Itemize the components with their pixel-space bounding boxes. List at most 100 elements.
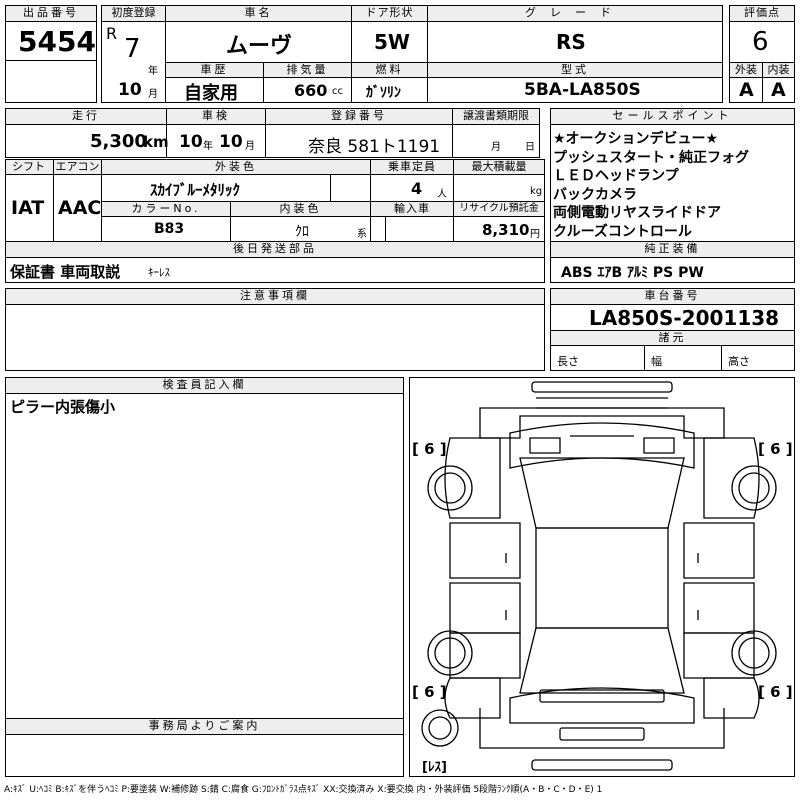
lot-number-label: 出品番号	[5, 5, 97, 22]
inspection-month-unit: 月	[245, 141, 255, 152]
displacement-box: 660 cc	[263, 77, 352, 103]
grade-box: RS	[427, 21, 723, 63]
shift: IAT	[11, 197, 45, 219]
recycle-unit: 円	[530, 229, 540, 240]
aircon: AAC	[58, 197, 102, 219]
sales-points-box: ★オークションデビュー★ プッシュスタート・純正フォグ ＬＥＤヘッドランプ バックカメ…	[550, 124, 795, 242]
legend: A:ｷｽﾞ U:ﾍｺﾐ B:ｷｽﾞを伴うﾍｺﾐ P:要塗装 W:補修跡 S:錆 …	[4, 785, 603, 795]
transfer-month-unit: 月	[491, 142, 501, 153]
chassis-number-label: 車台番号	[550, 288, 795, 305]
body-color-label: 外装色	[101, 159, 371, 175]
max-load-label: 最大積載量	[453, 159, 545, 175]
displacement: 660	[294, 81, 328, 100]
car-diagram-panel: [ 6 ] [ 6 ] [ 6 ] [ 6 ] [ﾚｽ]	[409, 377, 795, 777]
inspection-month: 10	[219, 132, 243, 152]
genuine-equipment-box: ABS ｴｱB ｱﾙﾐ PS PW	[550, 257, 795, 283]
color-number-box: B83	[101, 216, 231, 242]
later-parts-box: 保証書 車両取説 ｷｰﾚｽ	[5, 257, 545, 283]
aircon-box: AAC	[53, 174, 102, 242]
car-body-diagram	[421, 381, 777, 771]
aircon-label: エアコン	[53, 159, 102, 175]
recycle-amount: 8,310	[482, 221, 530, 239]
door-type-box: 5W	[351, 21, 428, 63]
grade: RS	[556, 30, 586, 54]
plate: 奈良 581ト1191	[308, 137, 441, 157]
model: 5BA-LA850S	[524, 80, 641, 100]
office-box	[5, 734, 404, 777]
fuel-box: ｶﾞｿﾘﾝ	[351, 77, 428, 103]
inspector-label: 検査員記入欄	[5, 377, 404, 394]
inspection-year: 10	[179, 132, 203, 152]
exterior-grade: A	[739, 79, 754, 101]
interior-grade: A	[771, 79, 786, 101]
mileage-label: 走行	[5, 108, 167, 125]
body-color: ｽｶｲﾌﾞﾙｰﾒﾀﾘｯｸ	[150, 181, 241, 199]
sales-point-item: クルーズコントロール	[553, 223, 692, 240]
interior-color-box: ｸﾛ 系	[230, 216, 371, 242]
sales-points-label: セールスポイント	[550, 108, 795, 125]
inspection-year-unit: 年	[203, 141, 213, 152]
shift-label: シフト	[5, 159, 54, 175]
later-parts-extra: ｷｰﾚｽ	[148, 266, 170, 279]
transfer-deadline-label: 譲渡書類期限	[452, 108, 540, 125]
registration-year: 7	[124, 34, 141, 64]
interior-color-unit: 系	[357, 229, 367, 240]
lot-number: 5454	[18, 25, 96, 58]
notes-box	[5, 304, 545, 371]
year-unit: 年	[148, 66, 158, 77]
genuine-equipment: ABS ｴｱB ｱﾙﾐ PS PW	[561, 265, 704, 281]
width-box: 幅	[644, 345, 722, 371]
door-type: 5W	[374, 30, 410, 54]
height-label: 高さ	[728, 355, 750, 368]
plate-box: 奈良 581ト1191	[265, 124, 453, 158]
sales-point-item: 両側電動リヤスライドドア	[553, 205, 721, 221]
score-box: 6	[729, 21, 795, 63]
mileage-unit: km	[143, 133, 169, 151]
import-box	[370, 216, 454, 242]
first-registration-box: R 7 年 10 月	[101, 21, 166, 103]
sales-point-item: バックカメラ	[553, 186, 637, 203]
history: 自家用	[184, 83, 238, 104]
registration-month: 10	[118, 80, 142, 100]
inspector-note: ピラー内張傷小	[10, 398, 116, 416]
tire-front-right: [ 6 ]	[758, 440, 793, 458]
genuine-equipment-label: 純正装備	[550, 241, 795, 258]
capacity: 4	[411, 179, 423, 198]
car-name-box: ムーヴ	[165, 21, 352, 63]
import-label: 輸入車	[370, 201, 454, 217]
score-label: 評価点	[729, 5, 795, 22]
tire-rear-right: [ 6 ]	[758, 683, 793, 701]
mileage: 5,300	[90, 131, 147, 152]
fuel: ｶﾞｿﾘﾝ	[366, 85, 401, 101]
later-parts-label: 後日発送部品	[5, 241, 545, 258]
width-label: 幅	[651, 355, 662, 368]
office-label: 事務局よりご案内	[5, 718, 404, 735]
tire-front-left: [ 6 ]	[412, 440, 447, 458]
color-number: B83	[154, 221, 185, 237]
sales-points-list: ★オークションデビュー★ プッシュスタート・純正フォグ ＬＥＤヘッドランプ バックカメ…	[553, 130, 749, 241]
first-registration-label: 初度登録	[101, 5, 166, 22]
inspection-box: 10 年 10 月	[166, 124, 266, 158]
grade-label: グレード	[427, 5, 723, 22]
sales-point-item: ★オークションデビュー★	[553, 131, 719, 147]
chassis-number-box: LA850S-2001138	[550, 304, 795, 331]
height-box: 高さ	[721, 345, 795, 371]
model-label: 型式	[427, 62, 723, 78]
tire-rear-left: [ 6 ]	[412, 683, 447, 701]
transfer-day-unit: 日	[525, 142, 535, 153]
body-color-extra	[330, 174, 371, 202]
model-box: 5BA-LA850S	[427, 77, 723, 103]
displacement-label: 排気量	[263, 62, 352, 78]
capacity-label: 乗車定員	[370, 159, 454, 175]
sales-point-item: プッシュスタート・純正フォグ	[553, 149, 749, 166]
dimensions-label: 諸元	[550, 330, 795, 346]
lot-number-empty	[5, 60, 97, 103]
interior-color: ｸﾛ	[295, 224, 309, 240]
color-number-label: カラーNo.	[101, 201, 231, 217]
car-name: ムーヴ	[226, 34, 293, 59]
length-box: 長さ	[550, 345, 645, 371]
history-box: 自家用	[165, 77, 264, 104]
max-load-box: kg	[453, 174, 545, 202]
interior-grade-label: 内装	[762, 62, 795, 78]
plate-label: 登録番号	[265, 108, 453, 125]
